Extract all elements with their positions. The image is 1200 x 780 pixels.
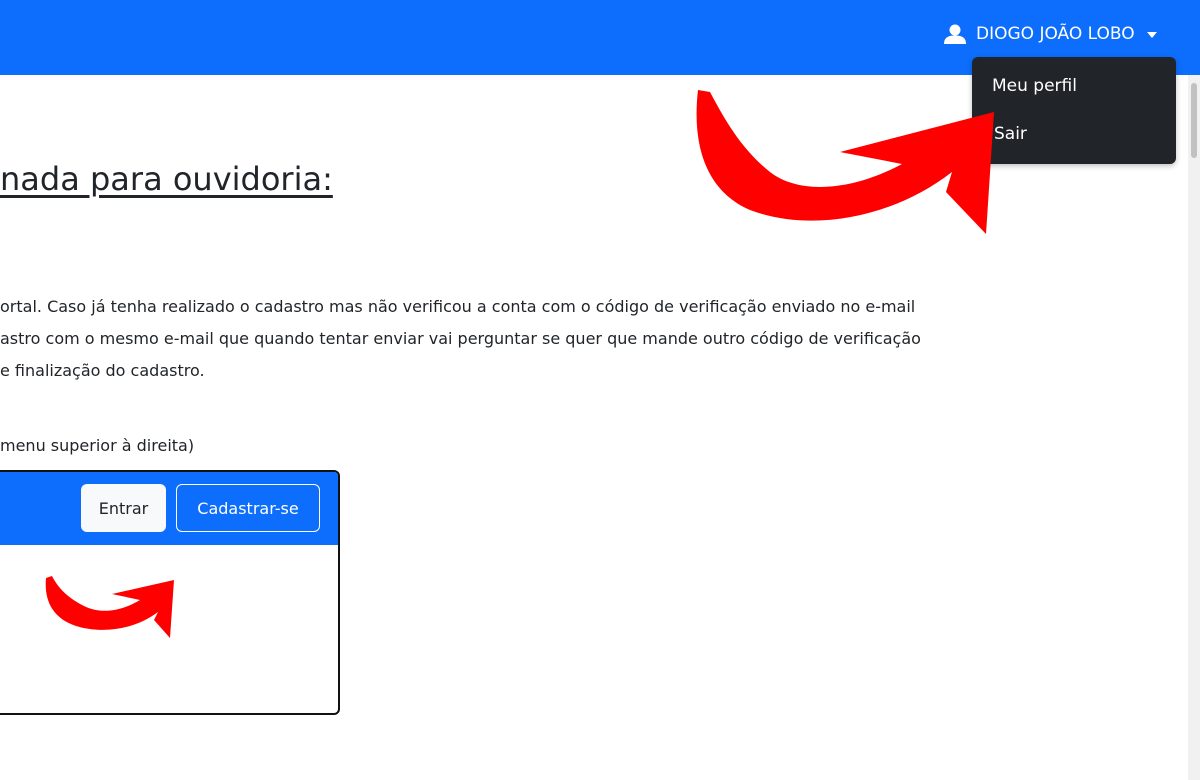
example-screenshot: Entrar Cadastrar-se	[0, 470, 340, 715]
login-button[interactable]: Entrar	[81, 484, 166, 532]
user-menu-toggle[interactable]: DIOGO JOÃO LOBO	[944, 24, 1157, 44]
curved-arrow-icon	[696, 90, 994, 234]
caret-down-icon	[1146, 32, 1157, 38]
user-icon	[944, 24, 966, 44]
curved-arrow-icon	[45, 576, 174, 638]
example-caption: menu superior à direita)	[0, 436, 195, 455]
instructions-paragraph: ortal. Caso já tenha realizado o cadastr…	[0, 291, 1080, 387]
vertical-scrollbar[interactable]	[1188, 75, 1200, 780]
user-name: DIOGO JOÃO LOBO	[976, 24, 1135, 44]
register-button[interactable]: Cadastrar-se	[176, 484, 320, 532]
page-title: nada para ouvidoria:	[0, 160, 333, 198]
paragraph-line: e finalização do cadastro.	[0, 361, 205, 380]
example-navbar: Entrar Cadastrar-se	[0, 472, 338, 545]
paragraph-line: astro com o mesmo e-mail que quando tent…	[0, 329, 921, 348]
paragraph-line: ortal. Caso já tenha realizado o cadastr…	[0, 297, 916, 316]
scrollbar-thumb[interactable]	[1191, 83, 1197, 158]
